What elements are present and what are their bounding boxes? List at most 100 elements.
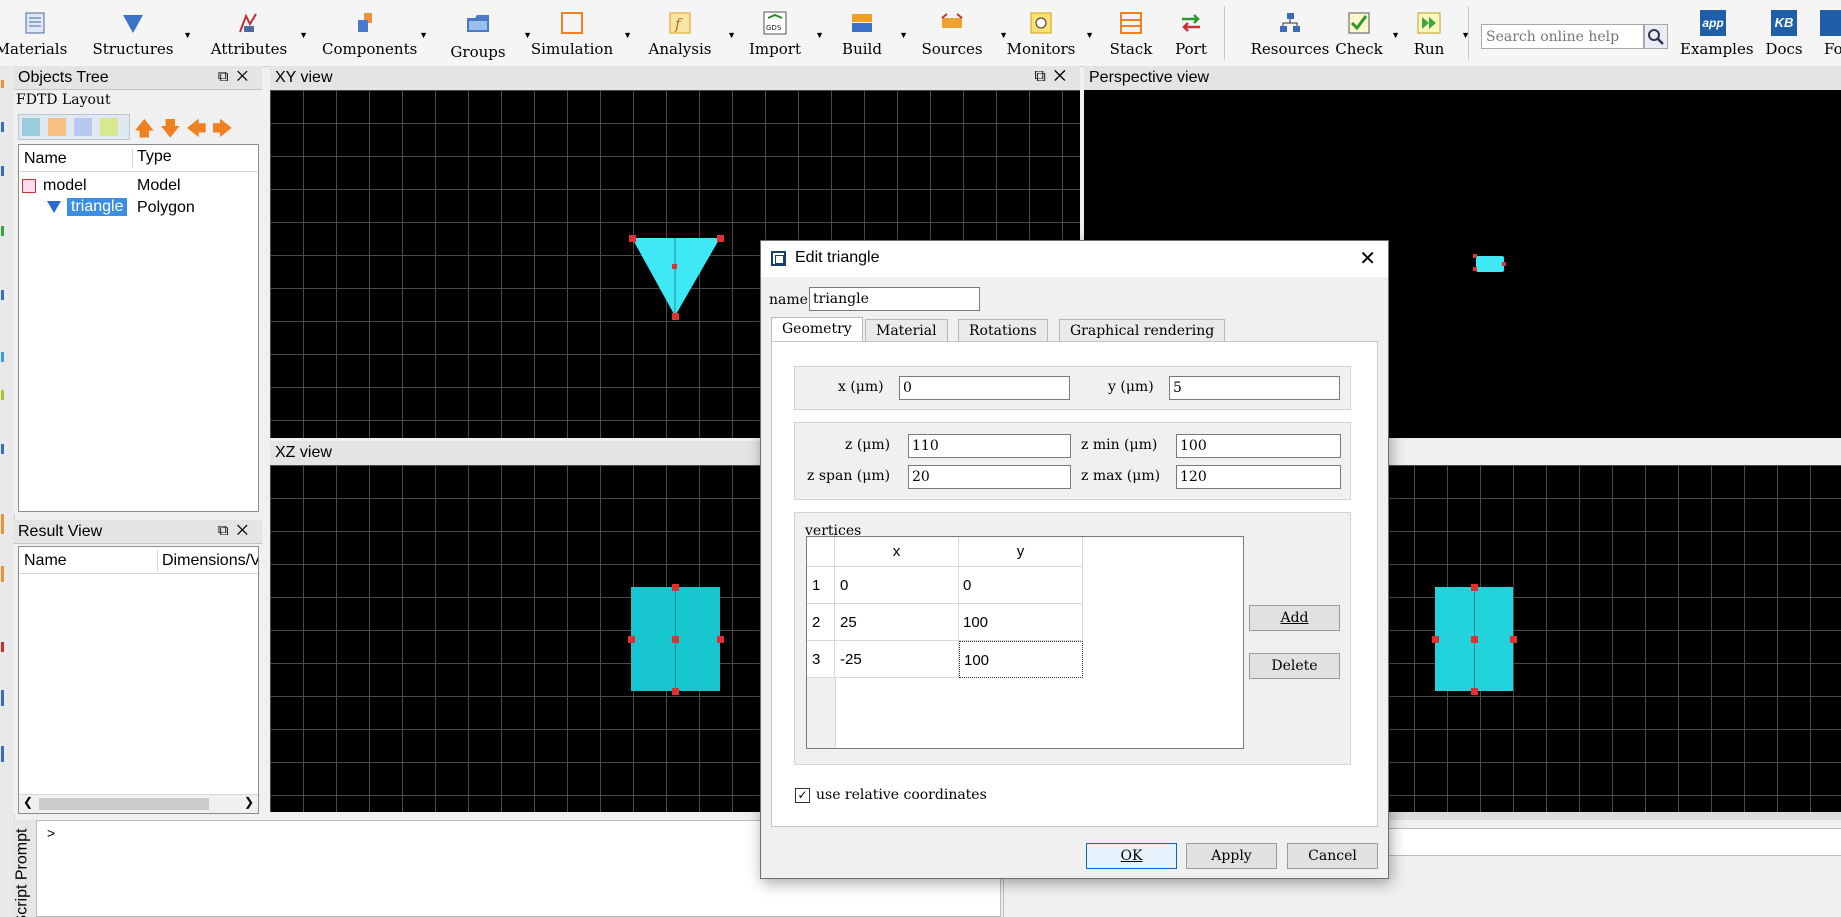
zspan-field[interactable]	[908, 465, 1071, 489]
toolbar-examples[interactable]: app Examples	[1680, 6, 1754, 62]
x-field[interactable]	[899, 376, 1070, 400]
arrow-left-icon[interactable]: 🡄	[186, 114, 207, 148]
vertex-handle[interactable]	[629, 235, 636, 242]
chevron-down-icon[interactable]: ▼	[727, 30, 736, 40]
toolbar-simulation[interactable]: Simulation ▼	[528, 6, 632, 62]
help-search-input[interactable]	[1481, 24, 1644, 49]
tool-icon[interactable]	[1, 642, 14, 652]
tool-icon[interactable]	[1, 514, 14, 534]
vertex-y-cell[interactable]: 100	[959, 604, 1083, 641]
z-field[interactable]	[908, 434, 1071, 458]
filter-ports-icon[interactable]	[100, 118, 118, 136]
relative-coords-checkbox[interactable]: ✓	[795, 788, 810, 803]
center-handle[interactable]	[672, 264, 677, 269]
tool-icon[interactable]	[1, 566, 14, 582]
scrollbar-thumb[interactable]	[39, 798, 209, 810]
chevron-down-icon[interactable]: ▼	[183, 30, 192, 40]
horizontal-scrollbar[interactable]: ❮ ❯	[19, 794, 258, 813]
edge-handle[interactable]	[672, 688, 679, 695]
arrow-right-icon[interactable]: 🡆	[212, 114, 233, 148]
chevron-down-icon[interactable]: ▼	[419, 30, 428, 40]
arrow-down-icon[interactable]: 🡇	[160, 114, 181, 148]
toolbar-materials[interactable]: Materials	[0, 6, 70, 62]
name-field[interactable]	[809, 287, 980, 311]
script-prompt-tab[interactable]: Script Prompt	[14, 820, 36, 917]
chevron-down-icon[interactable]: ▼	[1085, 30, 1094, 40]
vertex-handle[interactable]	[717, 235, 724, 242]
chevron-down-icon[interactable]: ▼	[623, 30, 632, 40]
tab-graphical-rendering[interactable]: Graphical rendering	[1059, 319, 1226, 341]
tool-icon[interactable]	[1, 290, 14, 300]
vertex-x-cell[interactable]: 0	[835, 567, 959, 604]
scroll-left-icon[interactable]: ❮	[23, 795, 33, 809]
close-icon[interactable]: ✕	[1054, 68, 1074, 85]
vertex-y-cell[interactable]: 0	[959, 567, 1083, 604]
filter-grid-icon[interactable]	[48, 118, 66, 136]
toolbar-attributes[interactable]: Attributes ▼	[206, 6, 308, 62]
col-x-header[interactable]: x	[835, 537, 959, 567]
ok-button[interactable]: OK	[1086, 843, 1177, 869]
vertex-handle[interactable]	[1473, 267, 1477, 271]
scroll-right-icon[interactable]: ❯	[244, 795, 254, 809]
toolbar-resources[interactable]: Resources	[1240, 6, 1340, 62]
toolbar-stack[interactable]: Stack	[1106, 6, 1156, 62]
chevron-down-icon[interactable]: ▼	[299, 30, 308, 40]
row-header[interactable]: 1	[807, 567, 835, 604]
zmin-field[interactable]	[1176, 434, 1341, 458]
chevron-down-icon[interactable]: ▼	[899, 30, 908, 40]
output-field[interactable]	[1380, 828, 1841, 856]
toolbar-structures[interactable]: Structures ▼	[90, 6, 192, 62]
vertex-x-cell[interactable]: 25	[835, 604, 959, 641]
center-handle[interactable]	[672, 636, 679, 643]
col-name-header[interactable]: Name	[24, 150, 67, 168]
toolbar-components[interactable]: Components ▼	[322, 6, 428, 62]
help-search-button[interactable]	[1644, 24, 1668, 49]
tree-row-triangle[interactable]: triangle Polygon	[19, 197, 258, 219]
apply-button[interactable]: Apply	[1186, 843, 1277, 869]
float-icon[interactable]: ⧉	[218, 68, 237, 85]
chevron-down-icon[interactable]: ▼	[815, 30, 824, 40]
toolbar-docs[interactable]: KB Docs	[1762, 6, 1806, 62]
col-name-header[interactable]: Name	[24, 552, 67, 570]
edge-handle[interactable]	[1471, 584, 1478, 591]
tool-icon[interactable]	[1, 390, 14, 400]
edge-handle[interactable]	[1432, 636, 1439, 643]
tool-icon[interactable]	[1, 226, 14, 236]
row-header[interactable]: 3	[807, 641, 835, 678]
edge-handle[interactable]	[717, 636, 724, 643]
col-dims-header[interactable]: Dimensions/V	[157, 550, 258, 572]
toolbar-port[interactable]: Port	[1166, 6, 1216, 62]
tab-rotations[interactable]: Rotations	[958, 319, 1048, 341]
chevron-down-icon[interactable]: ▼	[1391, 30, 1400, 40]
toolbar-import[interactable]: GDS Import ▼	[742, 6, 824, 62]
tree-row-model[interactable]: model Model	[19, 175, 258, 197]
tool-icon[interactable]	[1, 80, 14, 88]
row-header[interactable]: 2	[807, 604, 835, 641]
col-y-header[interactable]: y	[959, 537, 1083, 567]
tab-material[interactable]: Material	[865, 319, 948, 341]
float-icon[interactable]: ⧉	[1034, 68, 1053, 85]
edge-handle[interactable]	[672, 584, 679, 591]
toolbar-monitors[interactable]: Monitors ▼	[1004, 6, 1094, 62]
add-vertex-button[interactable]: Add	[1249, 605, 1340, 631]
edge-handle[interactable]	[1471, 688, 1478, 695]
edge-handle[interactable]	[1510, 636, 1517, 643]
toolbar-forum[interactable]: Fo	[1818, 6, 1841, 62]
triangle-3d-shape[interactable]	[1476, 256, 1504, 272]
toolbar-check[interactable]: Check ▼	[1334, 6, 1400, 62]
center-handle[interactable]	[1471, 636, 1478, 643]
tool-icon[interactable]	[1, 352, 14, 362]
vertex-handle[interactable]	[1502, 262, 1506, 266]
close-icon[interactable]: ✕	[237, 522, 256, 539]
toolbar-build[interactable]: Build ▼	[832, 6, 908, 62]
triangle-shape[interactable]	[632, 238, 720, 316]
col-type-header[interactable]: Type	[132, 148, 172, 168]
toolbar-sources[interactable]: Sources ▼	[912, 6, 1008, 62]
edge-handle[interactable]	[628, 636, 635, 643]
float-icon[interactable]: ⧉	[218, 522, 237, 539]
cancel-button[interactable]: Cancel	[1287, 843, 1378, 869]
filter-structures-icon[interactable]	[22, 118, 40, 136]
tool-icon[interactable]	[1, 746, 14, 762]
close-icon[interactable]: ✕	[1359, 246, 1376, 271]
arrow-up-icon[interactable]: 🡅	[134, 114, 155, 148]
